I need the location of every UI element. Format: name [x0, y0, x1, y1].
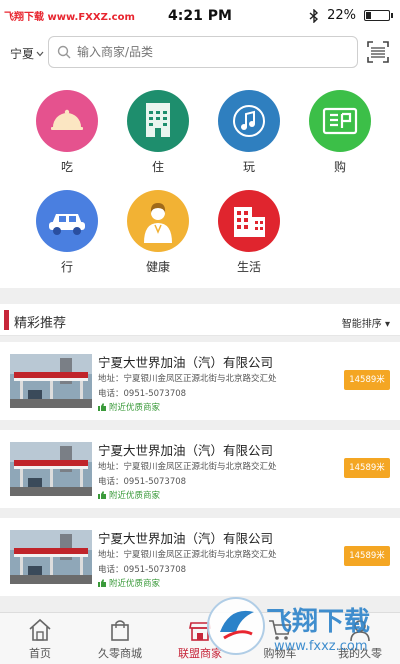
category-label: 行: [60, 260, 73, 274]
category-eat[interactable]: 吃: [32, 90, 102, 175]
category-life[interactable]: 生活: [214, 190, 284, 275]
gas-station-photo: [10, 354, 92, 408]
merchant-card[interactable]: 宁夏大世界加油（汽）有限公司 地址：宁夏银川金凤区正源北街与北京路交汇处 电话：…: [0, 518, 400, 596]
city-label: 宁夏: [10, 47, 35, 61]
category-label: 购: [333, 160, 346, 174]
tab-home[interactable]: 首页: [0, 617, 80, 661]
category-label: 吃: [60, 160, 73, 174]
status-bar: 飞翔下载 www.FXXZ.com 4:21 PM 22%: [0, 0, 400, 32]
building-icon: [218, 190, 280, 252]
chevron-down-icon: [36, 51, 44, 56]
search-input[interactable]: [77, 45, 337, 59]
distance-badge: 14589米: [344, 458, 390, 478]
merchant-tag: 附近优质商家: [98, 489, 160, 501]
search-icon: [57, 45, 71, 59]
scan-icon[interactable]: [366, 40, 390, 64]
battery-icon: [364, 10, 393, 21]
distance-badge: 14589米: [344, 370, 390, 390]
category-label: 生活: [236, 260, 261, 274]
sort-dropdown[interactable]: 智能排序 ▾: [342, 315, 390, 330]
music-note-icon: [218, 90, 280, 152]
status-indicators: 22%: [309, 8, 393, 23]
thumbs-up-icon: [98, 491, 106, 499]
category-play[interactable]: 玩: [214, 90, 284, 175]
tab-label: 首页: [29, 647, 51, 660]
city-selector[interactable]: 宁夏: [10, 45, 44, 62]
tab-label: 久零商城: [98, 647, 142, 660]
category-label: 玩: [242, 160, 255, 174]
watermark-logo: 飞翔下载 www.fxxz.com: [207, 597, 370, 655]
doctor-icon: [127, 190, 189, 252]
merchant-name: 宁夏大世界加油（汽）有限公司: [98, 355, 274, 370]
merchant-address: 地址：宁夏银川金凤区正源北街与北京路交汇处: [98, 462, 277, 472]
category-stay[interactable]: 住: [123, 90, 193, 175]
recommend-header: 精彩推荐 智能排序 ▾: [0, 304, 400, 336]
merchant-phone: 电话：0951-5073708: [98, 389, 187, 399]
distance-badge: 14589米: [344, 546, 390, 566]
section-title: 精彩推荐: [14, 316, 67, 331]
merchant-card[interactable]: 宁夏大世界加油（汽）有限公司 地址：宁夏银川金凤区正源北街与北京路交汇处 电话：…: [0, 342, 400, 420]
merchant-tag: 附近优质商家: [98, 577, 160, 589]
thumbs-up-icon: [98, 403, 106, 411]
search-field[interactable]: [48, 36, 358, 68]
merchant-tag-label: 附近优质商家: [109, 403, 161, 413]
home-icon: [29, 618, 51, 641]
merchant-tag-label: 附近优质商家: [109, 579, 161, 589]
category-label: 健康: [145, 260, 170, 274]
merchant-phone: 电话：0951-5073708: [98, 565, 187, 575]
car-icon: [36, 190, 98, 252]
bag-icon: [111, 620, 129, 641]
merchant-name: 宁夏大世界加油（汽）有限公司: [98, 531, 274, 546]
category-grid: 吃 住 玩 购 行 健康 生活: [0, 74, 400, 288]
sort-label: 智能排序: [341, 319, 382, 330]
search-bar: 宁夏: [0, 32, 400, 74]
watermark-logo-text: 飞翔下载: [266, 607, 370, 637]
gas-station-photo: [10, 442, 92, 496]
merchant-tag-label: 附近优质商家: [109, 491, 161, 501]
merchant-address: 地址：宁夏银川金凤区正源北街与北京路交汇处: [98, 374, 277, 384]
merchant-tag: 附近优质商家: [98, 401, 160, 413]
shopping-icon: [309, 90, 371, 152]
merchant-name: 宁夏大世界加油（汽）有限公司: [98, 443, 274, 458]
merchant-card[interactable]: 宁夏大世界加油（汽）有限公司 地址：宁夏银川金凤区正源北街与北京路交汇处 电话：…: [0, 430, 400, 508]
dining-cloche-icon: [36, 90, 98, 152]
category-shop[interactable]: 购: [305, 90, 375, 175]
hotel-icon: [127, 90, 189, 152]
merchant-phone: 电话：0951-5073708: [98, 477, 187, 487]
section-accent-bar: [4, 310, 9, 330]
merchant-address: 地址：宁夏银川金凤区正源北街与北京路交汇处: [98, 550, 277, 560]
watermark-logo-url: www.fxxz.com: [274, 639, 368, 654]
category-travel[interactable]: 行: [32, 190, 102, 275]
tab-mall[interactable]: 久零商城: [80, 617, 160, 661]
gas-station-photo: [10, 530, 92, 584]
thumbs-up-icon: [98, 579, 106, 587]
bluetooth-icon: [309, 8, 319, 23]
category-label: 住: [151, 160, 164, 174]
battery-percent: 22%: [327, 8, 356, 23]
category-health[interactable]: 健康: [123, 190, 193, 275]
